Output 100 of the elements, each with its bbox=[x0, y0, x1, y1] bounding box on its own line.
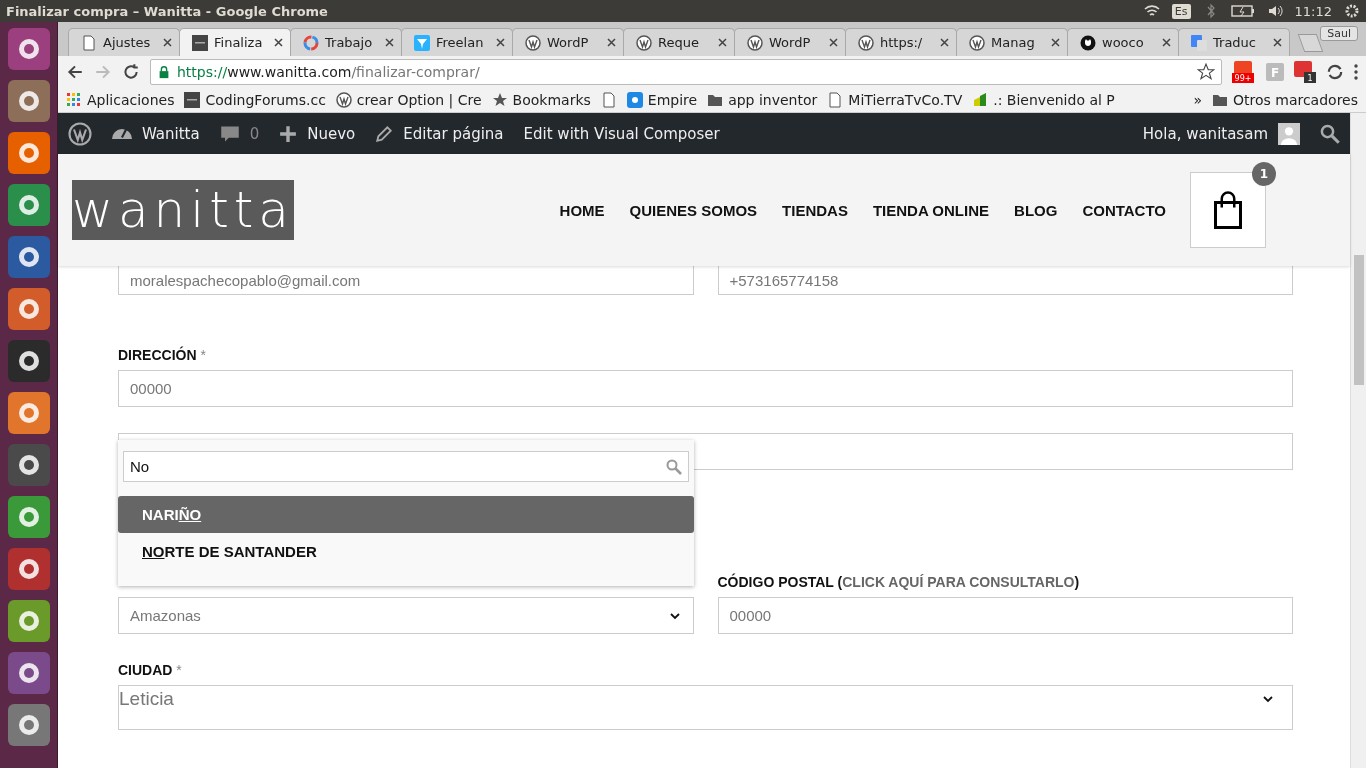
bookmark[interactable]: crear Option | Cre bbox=[335, 92, 482, 108]
postal-code-field[interactable]: 00000 bbox=[717, 597, 1293, 634]
close-icon[interactable] bbox=[385, 38, 394, 47]
bookmark[interactable]: app inventor bbox=[707, 92, 818, 108]
menu-icon[interactable] bbox=[1354, 64, 1358, 80]
department-select[interactable]: Amazonas bbox=[118, 597, 694, 634]
lock-icon bbox=[157, 65, 171, 79]
bookmark[interactable]: CodingForums.cc bbox=[184, 92, 326, 108]
page-icon bbox=[81, 34, 97, 51]
browser-tab[interactable]: Trabajo bbox=[290, 28, 402, 56]
browser-tab[interactable]: WordP bbox=[512, 28, 624, 56]
cat-icon bbox=[1080, 34, 1096, 51]
reload-icon[interactable] bbox=[122, 63, 140, 81]
ring-icon bbox=[303, 34, 319, 51]
scrollbar[interactable] bbox=[1350, 113, 1366, 768]
bookmark[interactable]: Aplicaciones bbox=[66, 92, 175, 108]
phone-field[interactable]: +573165774158 bbox=[717, 266, 1293, 295]
logo-icon bbox=[184, 92, 201, 108]
dropdown-option[interactable]: NARIÑO bbox=[118, 496, 694, 533]
bookmark[interactable]: MiTierraTvCo.TV bbox=[827, 92, 963, 108]
close-icon[interactable] bbox=[718, 38, 727, 47]
dropdown-option[interactable]: NORTE DE SANTANDER bbox=[118, 533, 694, 570]
sync-icon[interactable] bbox=[1326, 63, 1344, 81]
browser-tab[interactable]: wooco bbox=[1067, 28, 1179, 56]
field-label: DIRECCIÓN * bbox=[118, 347, 207, 363]
browser-tab[interactable]: Ajustes bbox=[68, 28, 180, 56]
comments-link[interactable]: 0 bbox=[219, 123, 260, 144]
browser-tab[interactable]: Freelan bbox=[401, 28, 513, 56]
field-label: CIUDAD * bbox=[118, 662, 183, 678]
star-icon[interactable] bbox=[1197, 63, 1215, 81]
browser-tab[interactable]: https:/ bbox=[845, 28, 957, 56]
close-icon[interactable] bbox=[1273, 38, 1282, 47]
bookmark[interactable]: Empire bbox=[626, 92, 698, 108]
translate-icon bbox=[1191, 34, 1207, 51]
browser-tab[interactable]: Finaliza bbox=[179, 28, 291, 56]
city-select[interactable]: Leticia bbox=[118, 685, 1293, 730]
bookmark[interactable] bbox=[600, 92, 617, 108]
browser-tab[interactable]: Reque bbox=[623, 28, 735, 56]
scrollbar-thumb[interactable] bbox=[1354, 255, 1364, 385]
bird-icon bbox=[414, 34, 430, 51]
page-icon bbox=[827, 92, 844, 108]
postal-code-link[interactable]: CLICK AQUÍ PARA CONSULTARLO bbox=[842, 574, 1075, 590]
close-icon[interactable] bbox=[163, 38, 172, 47]
cart-count: 1 bbox=[1252, 162, 1276, 186]
url-text: https://www.wanitta.com/finalizar-comprar/ bbox=[177, 64, 480, 80]
folder-icon bbox=[707, 92, 724, 108]
more-bookmarks-button[interactable]: » bbox=[1193, 92, 1202, 108]
close-icon[interactable] bbox=[940, 38, 949, 47]
address-field[interactable]: 00000 bbox=[118, 370, 1293, 407]
bookmark-folder[interactable]: Otros marcadores bbox=[1212, 92, 1358, 108]
wordpress-icon bbox=[858, 34, 874, 51]
plus-icon bbox=[279, 124, 298, 143]
apps-icon bbox=[66, 92, 82, 108]
account-link[interactable]: Hola, wanitasam bbox=[1142, 122, 1300, 145]
browser-tab[interactable]: WordP bbox=[734, 28, 846, 56]
visual-composer-link[interactable]: Edit with Visual Composer bbox=[523, 124, 720, 143]
bookmark[interactable]: .: Bienvenido al P bbox=[972, 92, 1115, 108]
gear-icon[interactable] bbox=[1344, 3, 1360, 19]
wordpress-icon bbox=[969, 34, 985, 51]
nav-link[interactable]: TIENDAS bbox=[782, 201, 848, 219]
logo-icon bbox=[192, 34, 208, 51]
browser-tab[interactable]: Manag bbox=[956, 28, 1068, 56]
edit-page-link[interactable]: Editar página bbox=[375, 124, 504, 143]
wifi-icon[interactable] bbox=[1143, 3, 1160, 19]
wordpress-icon bbox=[636, 34, 652, 51]
keyboard-indicator[interactable]: Es bbox=[1171, 3, 1191, 19]
close-icon[interactable] bbox=[274, 38, 283, 47]
browser-tab[interactable]: Traduc bbox=[1178, 28, 1290, 56]
search-icon[interactable] bbox=[1320, 123, 1340, 144]
new-link[interactable]: Nuevo bbox=[279, 124, 356, 143]
nav-link[interactable]: QUIENES SOMOS bbox=[629, 201, 758, 219]
close-icon[interactable] bbox=[607, 38, 616, 47]
field-label: CÓDIGO POSTAL (CLICK AQUÍ PARA CONSULTARLO) bbox=[717, 574, 1081, 590]
close-icon[interactable] bbox=[829, 38, 838, 47]
clock[interactable]: 11:12 bbox=[1294, 3, 1332, 19]
avatar-icon bbox=[1278, 122, 1300, 145]
badge-icon bbox=[626, 92, 643, 108]
dashboard-icon bbox=[112, 127, 132, 140]
close-icon[interactable] bbox=[496, 38, 505, 47]
bookmark[interactable]: Bookmarks bbox=[491, 92, 591, 108]
address-bar[interactable]: https://www.wanitta.com/finalizar-comprar/ bbox=[150, 59, 1222, 85]
nav-link[interactable]: TIENDA ONLINE bbox=[872, 201, 990, 219]
wordpress-icon[interactable] bbox=[68, 121, 92, 146]
wordpress-icon bbox=[335, 92, 352, 108]
site-link[interactable]: Wanitta bbox=[112, 124, 200, 143]
nav-link[interactable]: HOME bbox=[559, 201, 605, 219]
search-icon bbox=[666, 458, 682, 475]
site-logo[interactable]: wanitta bbox=[72, 180, 294, 240]
profile-button[interactable]: Saul bbox=[1320, 26, 1358, 41]
nav-link[interactable]: BLOG bbox=[1014, 201, 1058, 219]
battery-icon[interactable] bbox=[1230, 4, 1255, 18]
nav-link[interactable]: CONTACTO bbox=[1082, 201, 1166, 219]
back-icon[interactable] bbox=[66, 63, 84, 81]
volume-icon[interactable] bbox=[1266, 3, 1283, 19]
email-field[interactable]: moralespachecopablo@gmail.com bbox=[118, 266, 694, 295]
close-icon[interactable] bbox=[1051, 38, 1060, 47]
close-icon[interactable] bbox=[1162, 38, 1171, 47]
folder-icon bbox=[1212, 92, 1228, 108]
search-field[interactable]: No bbox=[123, 451, 689, 482]
wordpress-icon bbox=[747, 34, 763, 51]
